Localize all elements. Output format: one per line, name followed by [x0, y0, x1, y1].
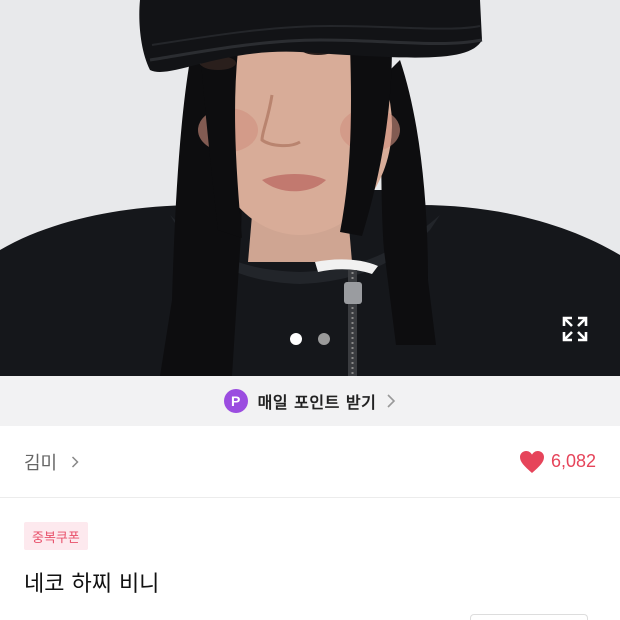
heart-icon — [519, 450, 544, 473]
partial-button-edge — [470, 614, 588, 620]
seller-name: 김미 — [24, 452, 58, 474]
product-image[interactable] — [0, 0, 620, 376]
seller-link[interactable]: 김미 — [24, 449, 79, 475]
chevron-right-icon — [71, 455, 79, 469]
expand-button[interactable] — [561, 315, 593, 347]
carousel-dot-2[interactable] — [318, 333, 330, 345]
expand-icon — [562, 316, 588, 342]
coupon-badge: 중복쿠폰 — [24, 522, 88, 550]
carousel-indicator — [0, 333, 620, 345]
carousel-dot-1[interactable] — [290, 333, 302, 345]
daily-points-banner[interactable]: P 매일 포인트 받기 — [0, 376, 620, 426]
chevron-right-icon — [386, 393, 396, 409]
likes-count: 6,082 — [550, 451, 596, 471]
seller-row: 김미 6,082 — [0, 426, 620, 498]
like-button[interactable]: 6,082 — [519, 450, 596, 474]
product-title: 네코 하찌 비니 — [24, 572, 160, 597]
points-banner-label: 매일 포인트 받기 — [257, 393, 377, 412]
points-badge: P — [223, 389, 248, 413]
product-photo-illustration — [0, 0, 620, 376]
